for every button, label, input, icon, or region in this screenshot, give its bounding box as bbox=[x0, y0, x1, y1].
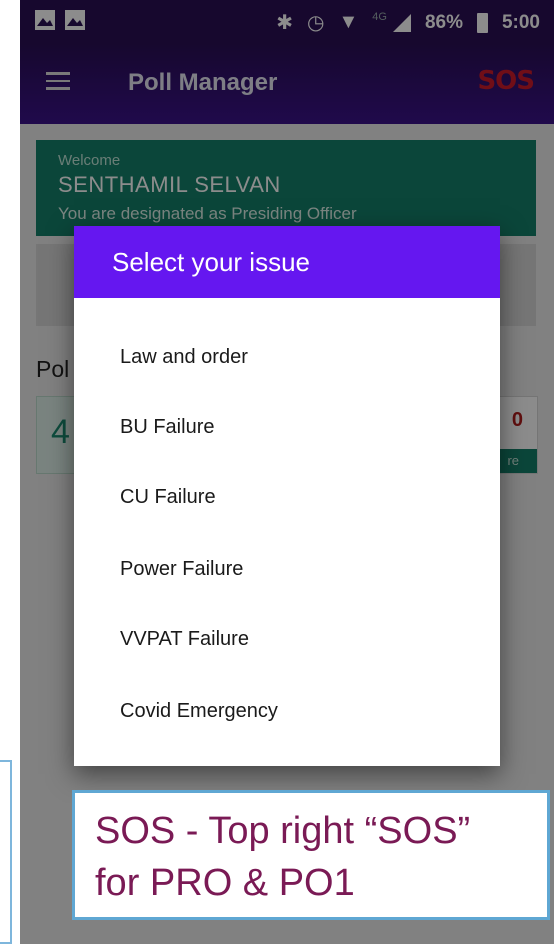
option-power-failure[interactable]: Power Failure bbox=[74, 540, 500, 598]
option-vvpat-failure[interactable]: VVPAT Failure bbox=[74, 610, 500, 668]
option-label: BU Failure bbox=[120, 416, 215, 438]
issue-dialog: Select your issue Law and order BU Failu… bbox=[74, 226, 500, 766]
option-label: CU Failure bbox=[120, 486, 216, 508]
annotation-bracket bbox=[0, 760, 12, 944]
dialog-header: Select your issue bbox=[74, 226, 500, 298]
dialog-title: Select your issue bbox=[112, 247, 310, 277]
option-covid-emergency[interactable]: Covid Emergency bbox=[74, 682, 500, 740]
option-cu-failure[interactable]: CU Failure bbox=[74, 468, 500, 526]
option-label: Power Failure bbox=[120, 558, 244, 580]
option-label: VVPAT Failure bbox=[120, 628, 249, 650]
option-label: Law and order bbox=[120, 346, 248, 368]
option-label: Covid Emergency bbox=[120, 700, 278, 722]
phone-screen: ✱ ◷ ▼ 4G 86% 5:00 Poll Manager SOS Welco… bbox=[20, 0, 554, 944]
option-bu-failure[interactable]: BU Failure bbox=[74, 398, 500, 456]
callout-line-1: SOS - Top right “SOS” bbox=[95, 810, 471, 852]
option-law-and-order[interactable]: Law and order bbox=[74, 328, 500, 386]
callout-line-2: for PRO & PO1 bbox=[95, 862, 355, 904]
annotation-callout: SOS - Top right “SOS” for PRO & PO1 bbox=[72, 790, 550, 920]
